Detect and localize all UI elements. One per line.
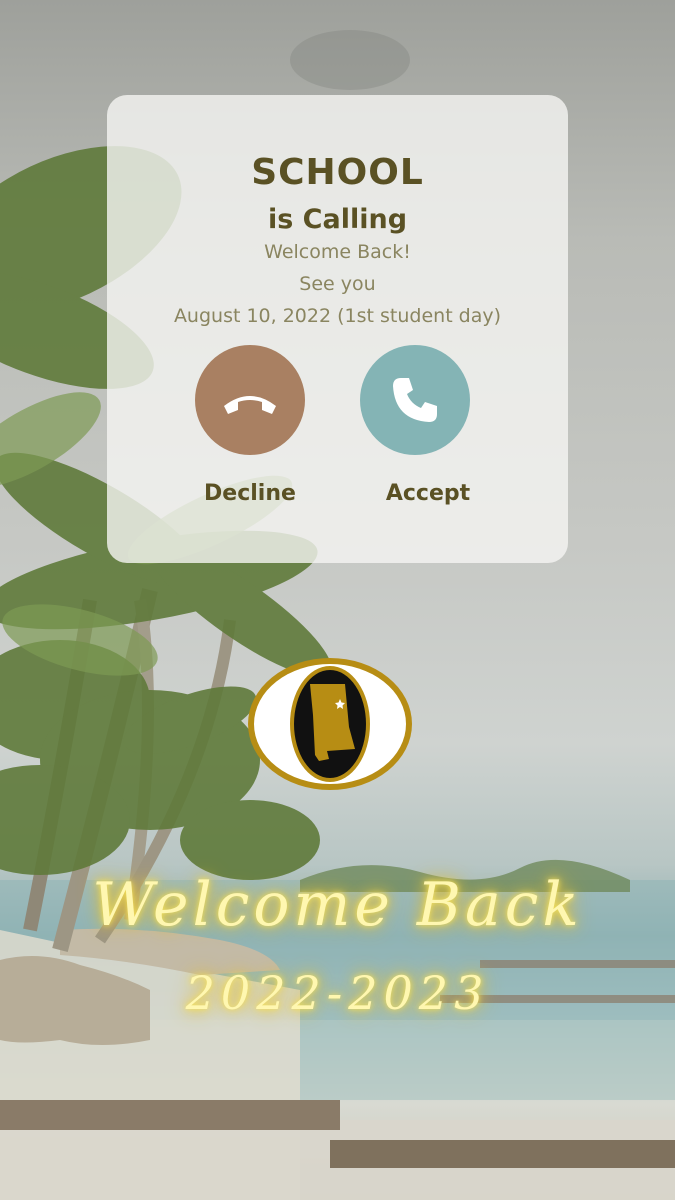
accept-label: Accept [385,481,471,506]
phone-hangup-icon [224,396,276,414]
accept-button[interactable] [360,345,470,455]
call-status: is Calling [267,204,408,235]
school-year: 2022-2023 [185,966,490,1020]
message-line-see-you: See you [299,273,376,295]
caller-name: SCHOOL [251,152,424,193]
school-logo [245,655,415,793]
welcome-back-headline: Welcome Back [92,870,583,940]
message-line-welcome: Welcome Back! [264,241,411,263]
message-line-date: August 10, 2022 (1st student day) [173,305,502,327]
phone-icon [393,378,437,422]
decline-label: Decline [204,481,296,506]
decline-button[interactable] [195,345,305,455]
